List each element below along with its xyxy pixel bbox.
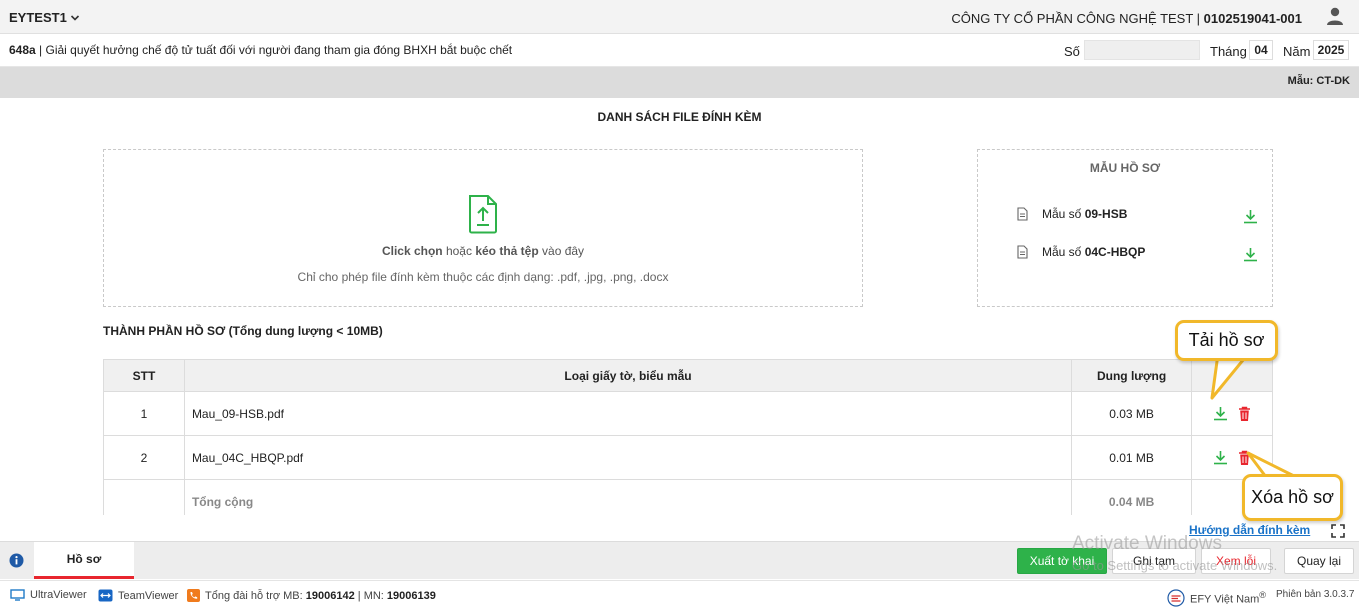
activation-watermark-title: Activate Windows bbox=[1072, 533, 1222, 554]
document-icon bbox=[1017, 207, 1028, 221]
app-version: Phiên bản 3.0.3.7 bbox=[1276, 589, 1355, 600]
company-info: CÔNG TY CỔ PHẦN CÔNG NGHỆ TEST | 0102519… bbox=[951, 11, 1302, 26]
tax-code: 0102519041-001 bbox=[1203, 11, 1302, 26]
template-code: Mẫu: CT-DK bbox=[1287, 75, 1350, 87]
status-bar: UltraViewer TeamViewer Tổng đài hỗ trợ M… bbox=[0, 580, 1359, 608]
nam-field[interactable]: 2025 bbox=[1313, 40, 1349, 60]
row-file-name: Mau_09-HSB.pdf bbox=[183, 391, 1073, 436]
dropzone-click[interactable]: Click chọn bbox=[382, 244, 443, 258]
thang-field[interactable]: 04 bbox=[1249, 40, 1273, 60]
phone-icon bbox=[187, 589, 200, 602]
teamviewer-link[interactable]: TeamViewer bbox=[98, 589, 178, 602]
column-actions bbox=[1191, 359, 1273, 392]
sample-item: Mẫu số 04C-HBQP bbox=[1017, 241, 1262, 263]
support-hotline: Tổng đài hỗ trợ MB: 19006142 | MN: 19006… bbox=[187, 589, 436, 602]
trash-icon[interactable] bbox=[1238, 450, 1251, 466]
trash-icon[interactable] bbox=[1238, 406, 1251, 422]
table-header-row: STT Loại giấy tờ, biểu mẫu Dung lượng bbox=[103, 359, 1273, 392]
nam-label: Năm bbox=[1283, 44, 1311, 59]
row-file-size: 0.03 MB bbox=[1071, 391, 1193, 436]
column-stt: STT bbox=[103, 359, 185, 392]
dropzone-drag: kéo thả tệp bbox=[475, 244, 539, 258]
dropzone-or: hoặc bbox=[442, 244, 476, 258]
download-icon[interactable] bbox=[1213, 450, 1228, 465]
dropzone-instruction: Click chọn hoặc kéo thả tệp vào đây bbox=[104, 244, 862, 258]
row-file-name: Mau_04C_HBQP.pdf bbox=[183, 435, 1073, 480]
user-icon[interactable] bbox=[1325, 6, 1345, 29]
so-input[interactable] bbox=[1084, 40, 1200, 60]
document-icon bbox=[1017, 245, 1028, 259]
total-size: 0.04 MB bbox=[1071, 479, 1193, 515]
company-name: CÔNG TY CỔ PHẦN CÔNG NGHỆ TEST bbox=[951, 11, 1194, 26]
upload-dropzone[interactable]: Click chọn hoặc kéo thả tệp vào đây Chỉ … bbox=[103, 149, 863, 307]
attachments-title: DANH SÁCH FILE ĐÍNH KÈM bbox=[597, 110, 762, 124]
ultraviewer-link[interactable]: UltraViewer bbox=[10, 589, 87, 601]
column-name: Loại giấy tờ, biểu mẫu bbox=[183, 359, 1073, 392]
download-icon[interactable] bbox=[1213, 406, 1228, 421]
column-size: Dung lượng bbox=[1071, 359, 1193, 392]
thang-label: Tháng bbox=[1210, 44, 1247, 59]
teamviewer-icon bbox=[98, 589, 113, 602]
table-row: 1 Mau_09-HSB.pdf 0.03 MB bbox=[103, 391, 1273, 436]
account-switcher[interactable]: EYTEST1 bbox=[9, 10, 80, 25]
table-total-row: Tổng cộng 0.04 MB bbox=[103, 479, 1273, 515]
table-row: 2 Mau_04C_HBQP.pdf 0.01 MB bbox=[103, 435, 1273, 480]
dropzone-here: vào đây bbox=[538, 244, 585, 258]
file-upload-icon bbox=[469, 195, 497, 234]
form-code: 648a bbox=[9, 43, 36, 57]
row-stt: 1 bbox=[103, 391, 185, 436]
components-table: STT Loại giấy tờ, biểu mẫu Dung lượng 1 … bbox=[103, 359, 1273, 515]
fullscreen-icon[interactable] bbox=[1331, 524, 1345, 538]
form-name: | Giải quyết hưởng chế độ tử tuất đối vớ… bbox=[35, 43, 513, 57]
top-bar: EYTEST1 CÔNG TY CỔ PHẦN CÔNG NGHỆ TEST |… bbox=[0, 0, 1359, 34]
activation-watermark-subtitle: Go to Settings to activate Windows. bbox=[1072, 558, 1278, 573]
separator-band bbox=[0, 67, 1359, 98]
efy-logo-icon bbox=[1167, 589, 1185, 607]
attachments-panel: DANH SÁCH FILE ĐÍNH KÈM Click chọn hoặc … bbox=[4, 98, 1355, 515]
form-bar: 648a | Giải quyết hưởng chế độ tử tuất đ… bbox=[0, 34, 1359, 67]
so-label: Số bbox=[1064, 44, 1080, 59]
sample-name: Mẫu số 04C-HBQP bbox=[1042, 245, 1146, 259]
row-stt: 2 bbox=[103, 435, 185, 480]
row-actions bbox=[1191, 435, 1273, 480]
sample-forms-title: MẪU HỒ SƠ bbox=[1089, 161, 1161, 175]
download-icon[interactable] bbox=[1243, 247, 1258, 262]
row-file-size: 0.01 MB bbox=[1071, 435, 1193, 480]
monitor-icon bbox=[10, 589, 25, 601]
dropzone-hint: Chỉ cho phép file đính kèm thuộc các địn… bbox=[297, 270, 669, 284]
components-title: THÀNH PHẦN HỒ SƠ (Tổng dung lượng < 10MB… bbox=[103, 324, 383, 338]
form-title: 648a | Giải quyết hưởng chế độ tử tuất đ… bbox=[9, 43, 512, 57]
chevron-down-icon bbox=[70, 14, 79, 21]
download-icon[interactable] bbox=[1243, 209, 1258, 224]
total-label: Tổng cộng bbox=[183, 479, 1073, 515]
callout-download: Tải hồ sơ bbox=[1175, 320, 1278, 361]
company-separator: | bbox=[1193, 11, 1204, 26]
tab-ho-so[interactable]: Hồ sơ bbox=[34, 542, 134, 579]
account-name: EYTEST1 bbox=[9, 10, 67, 25]
row-actions bbox=[1191, 391, 1273, 436]
sample-forms-panel: MẪU HỒ SƠ Mẫu số 09-HSB Mẫu số 04C-HBQP bbox=[977, 149, 1273, 307]
sample-item: Mẫu số 09-HSB bbox=[1017, 203, 1262, 225]
sample-name: Mẫu số 09-HSB bbox=[1042, 207, 1128, 221]
efy-brand: EFY Việt Nam® bbox=[1167, 589, 1266, 607]
info-icon[interactable] bbox=[9, 553, 24, 568]
callout-delete: Xóa hồ sơ bbox=[1242, 474, 1343, 521]
back-button[interactable]: Quay lại bbox=[1284, 548, 1354, 574]
